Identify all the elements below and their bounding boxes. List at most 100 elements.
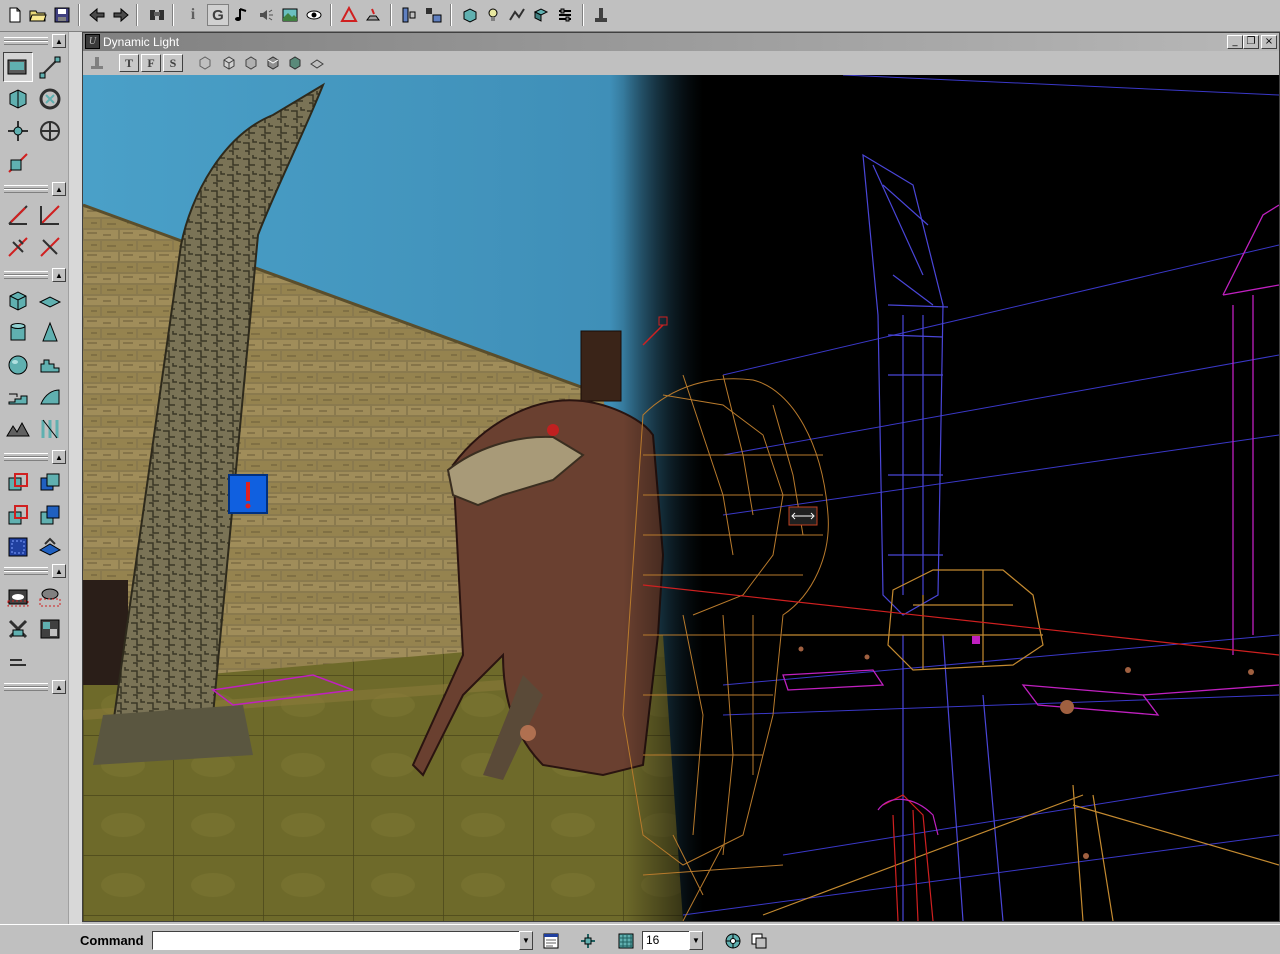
side-view-button[interactable]: S	[163, 54, 183, 72]
texture-usage-icon[interactable]	[241, 54, 261, 72]
search-actors-icon[interactable]	[146, 4, 168, 26]
viewport-titlebar[interactable]: U Dynamic Light _ ❐ ×	[83, 33, 1279, 51]
texture-label: G	[212, 6, 224, 24]
collapse-glyph: ▲	[55, 452, 63, 462]
3d-viewport[interactable]	[83, 75, 1279, 921]
restore-glyph: ❐	[1246, 36, 1256, 47]
clip-flip-icon[interactable]	[3, 232, 33, 262]
palette-collapse-button[interactable]: ▲	[52, 450, 66, 464]
invert-selection-icon[interactable]	[35, 614, 65, 644]
grid-toggle-icon[interactable]	[615, 930, 637, 952]
log-window-icon[interactable]	[540, 930, 562, 952]
command-dropdown-button[interactable]: ▼	[519, 931, 533, 950]
close-glyph: ×	[1264, 36, 1274, 47]
close-button[interactable]: ×	[1261, 35, 1277, 49]
camera-align-icon[interactable]	[3, 646, 33, 676]
palette-grip[interactable]	[4, 682, 48, 692]
palette-collapse-button[interactable]: ▲	[52, 182, 66, 196]
volumetric-icon[interactable]	[35, 414, 65, 444]
select-none-icon[interactable]	[3, 614, 33, 644]
build-all-icon[interactable]	[398, 4, 420, 26]
clip-split-icon[interactable]	[35, 200, 65, 230]
brush-clip-icon[interactable]	[3, 148, 33, 178]
terrain-builder-icon[interactable]	[3, 414, 33, 444]
sphere-builder-icon[interactable]	[3, 350, 33, 380]
rebuild-geometry-icon[interactable]	[338, 4, 360, 26]
maximize-viewport-icon[interactable]	[748, 930, 770, 952]
brush-stretch-icon[interactable]	[35, 116, 65, 146]
clip-segment-icon[interactable]	[3, 200, 33, 230]
sheet-icon[interactable]	[307, 54, 327, 72]
clip-delete-icon[interactable]	[35, 232, 65, 262]
palette-scrollbar[interactable]	[68, 32, 82, 954]
build-lighting-icon[interactable]	[362, 4, 384, 26]
play-level-icon[interactable]	[590, 4, 612, 26]
stair-builder-icon[interactable]	[35, 350, 65, 380]
wireframe-cube-icon[interactable]	[195, 54, 215, 72]
lighting-cube-icon[interactable]	[263, 54, 283, 72]
palette-grip[interactable]	[4, 184, 48, 194]
palette-collapse-button[interactable]: ▲	[52, 268, 66, 282]
minimize-button[interactable]: _	[1227, 35, 1243, 49]
camera-move-icon[interactable]	[3, 52, 33, 82]
add-brush-icon[interactable]	[3, 468, 33, 498]
brush-rotate-icon[interactable]	[3, 84, 33, 114]
app-logo-icon[interactable]: U	[85, 34, 100, 49]
open-folder-icon[interactable]	[27, 4, 49, 26]
toolbar-separator	[136, 4, 138, 26]
sheet-builder-icon[interactable]	[35, 286, 65, 316]
dynamic-light-cube-icon[interactable]	[285, 54, 305, 72]
palette-grip[interactable]	[4, 270, 48, 280]
mesh-viewer-icon[interactable]	[303, 4, 325, 26]
new-file-icon[interactable]	[4, 4, 26, 26]
mesh-icon[interactable]	[530, 4, 552, 26]
actor-properties-icon[interactable]: i	[182, 4, 204, 26]
hide-selected-icon[interactable]	[35, 582, 65, 612]
show-selected-icon[interactable]	[3, 582, 33, 612]
redo-icon[interactable]	[110, 4, 132, 26]
undo-icon[interactable]	[86, 4, 108, 26]
music-browser-icon[interactable]	[231, 4, 253, 26]
sound-browser-icon[interactable]	[255, 4, 277, 26]
brush-scale-icon[interactable]	[3, 116, 33, 146]
palette-collapse-button[interactable]: ▲	[52, 34, 66, 48]
cube-preview-icon[interactable]	[458, 4, 480, 26]
drag-grid-icon[interactable]	[577, 930, 599, 952]
restore-button[interactable]: ❐	[1243, 35, 1259, 49]
spiral-stair-icon[interactable]	[3, 382, 33, 412]
collapse-glyph: ▲	[55, 270, 63, 280]
palette-collapse-button[interactable]: ▲	[52, 680, 66, 694]
palette-grip[interactable]	[4, 566, 48, 576]
cone-builder-icon[interactable]	[35, 318, 65, 348]
brush-sheer-icon[interactable]	[35, 84, 65, 114]
add-mover-icon[interactable]	[3, 532, 33, 562]
pin-icon[interactable]	[87, 54, 107, 72]
grid-size-select[interactable]: 16	[642, 931, 690, 950]
toolbar-separator	[390, 4, 392, 26]
rotation-grid-icon[interactable]	[722, 930, 744, 952]
intersect-brush-icon[interactable]	[3, 500, 33, 530]
top-view-button[interactable]: T	[119, 54, 139, 72]
palette-grip[interactable]	[4, 36, 48, 46]
lightbulb-icon[interactable]	[482, 4, 504, 26]
graphics-browser-icon[interactable]	[279, 4, 301, 26]
path-icon[interactable]	[506, 4, 528, 26]
vertex-editing-icon[interactable]	[35, 52, 65, 82]
cube-builder-icon[interactable]	[3, 286, 33, 316]
build-options-icon[interactable]	[554, 4, 576, 26]
save-icon[interactable]	[51, 4, 73, 26]
2d-shape-editor-icon[interactable]	[422, 4, 444, 26]
palette-grip[interactable]	[4, 452, 48, 462]
command-label: Command	[80, 933, 144, 948]
add-special-icon[interactable]	[35, 532, 65, 562]
cylinder-builder-icon[interactable]	[3, 318, 33, 348]
texture-browser-icon[interactable]: G	[207, 4, 229, 26]
deintersect-brush-icon[interactable]	[35, 500, 65, 530]
palette-collapse-button[interactable]: ▲	[52, 564, 66, 578]
curved-stair-icon[interactable]	[35, 382, 65, 412]
front-view-button[interactable]: F	[141, 54, 161, 72]
command-input[interactable]	[152, 931, 524, 950]
subtract-brush-icon[interactable]	[35, 468, 65, 498]
grid-size-dropdown-button[interactable]: ▼	[689, 931, 703, 950]
zone-cube-icon[interactable]	[219, 54, 239, 72]
